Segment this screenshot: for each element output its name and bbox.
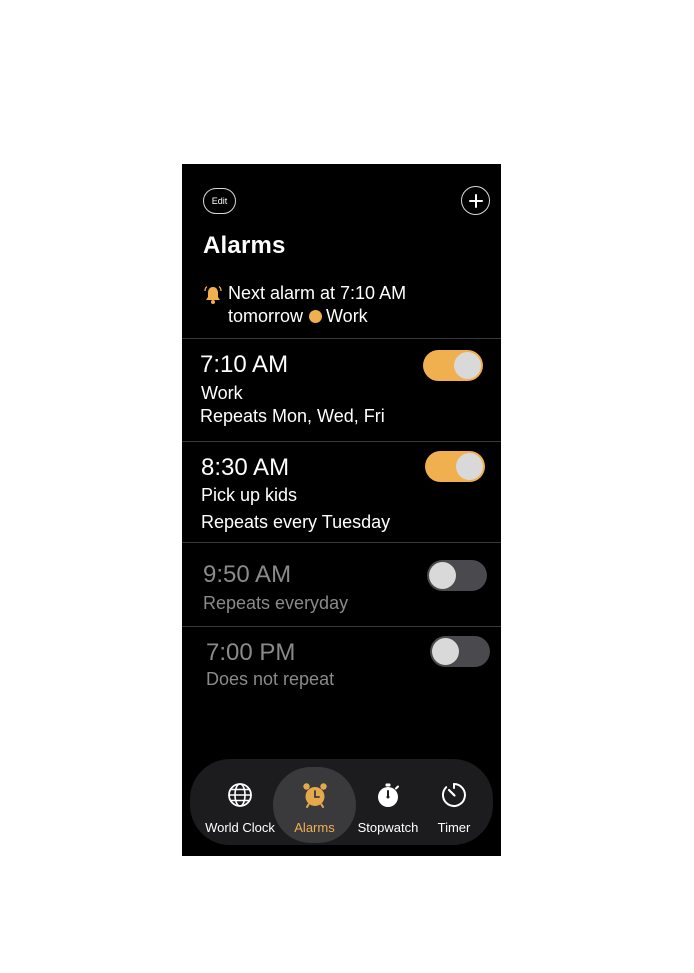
alarm-repeat: Does not repeat (206, 669, 335, 689)
alarm-row[interactable]: 7:10 AM Work Repeats Mon, Wed, Fri (182, 339, 501, 440)
globe-icon (228, 783, 252, 807)
next-alarm-label: Work (326, 306, 368, 326)
edit-button[interactable]: Edit (203, 188, 236, 214)
toggle-knob (456, 453, 483, 480)
next-alarm-text: Next alarm at 7:10 AM (228, 283, 407, 303)
alarm-row[interactable]: 8:30 AM Pick up kids Repeats every Tuesd… (182, 442, 501, 542)
alarm-toggle[interactable] (425, 451, 485, 482)
alarm-label: Work (201, 383, 243, 403)
add-alarm-button[interactable] (461, 186, 490, 215)
bell-icon (204, 285, 222, 304)
stopwatch-icon (378, 783, 399, 807)
tab-alarms[interactable]: Alarms (273, 767, 356, 843)
alarm-clock-icon (302, 783, 327, 808)
alarm-time: 7:00 PM (206, 639, 296, 666)
toggle-knob (429, 562, 456, 589)
alarm-label: Pick up kids (201, 485, 298, 505)
tab-label: Alarms (294, 820, 335, 835)
timer-icon (441, 783, 466, 807)
alarm-toggle[interactable] (423, 350, 483, 381)
next-alarm-day-text: tomorrow (228, 306, 304, 326)
tab-label: Timer (437, 820, 471, 835)
tab-stopwatch[interactable]: Stopwatch (350, 759, 426, 845)
alarm-time: 8:30 AM (201, 454, 290, 481)
alarm-toggle[interactable] (430, 636, 490, 667)
toggle-knob (454, 352, 481, 379)
tab-world-clock[interactable]: World Clock (200, 759, 280, 845)
alarm-time: 9:50 AM (203, 561, 292, 588)
alarm-toggle[interactable] (427, 560, 487, 591)
alarm-repeat: Repeats every Tuesday (201, 512, 391, 532)
page-title: Alarms (203, 232, 286, 259)
alarm-row[interactable]: 9:50 AM Repeats everyday (182, 543, 501, 626)
tab-label: World Clock (205, 820, 275, 835)
label-color-dot (309, 310, 323, 323)
alarm-row[interactable]: 7:00 PM Does not repeat (182, 627, 501, 707)
tab-timer[interactable]: Timer (426, 759, 482, 845)
alarm-repeat: Repeats everyday (203, 593, 349, 613)
alarm-time: 7:10 AM (200, 351, 289, 378)
alarms-screen: Edit Alarms Next alarm at 7:10 AM tomorr… (182, 164, 501, 856)
tab-label: Stopwatch (357, 820, 419, 835)
toggle-knob (432, 638, 459, 665)
next-alarm-day: tomorrow Work (228, 305, 368, 328)
alarm-repeat: Repeats Mon, Wed, Fri (200, 406, 385, 426)
tab-bar: World Clock Alarms Stopwatch Timer (190, 759, 493, 845)
plus-icon (468, 193, 483, 208)
